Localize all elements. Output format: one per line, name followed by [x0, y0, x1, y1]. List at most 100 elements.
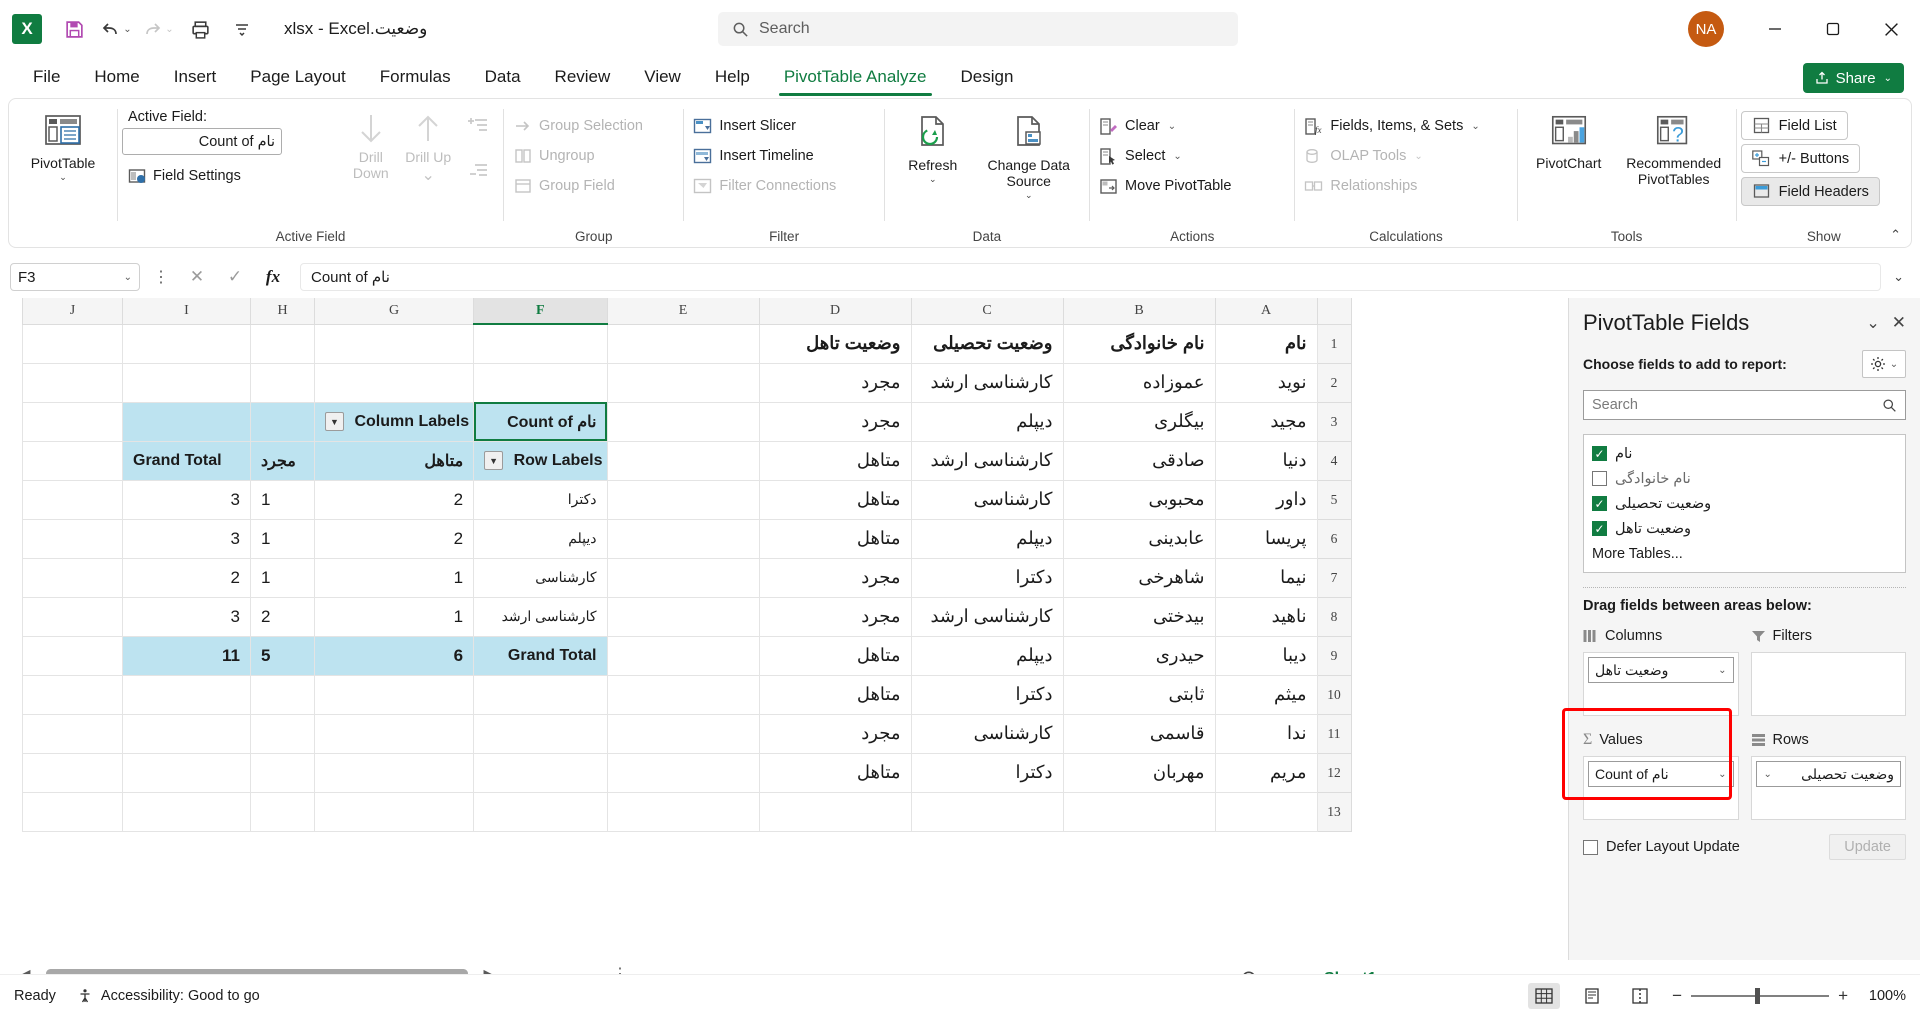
cell-G9[interactable]: 6: [313, 635, 475, 676]
cell-F5[interactable]: دکترا: [473, 479, 608, 520]
defer-layout-checkbox[interactable]: [1583, 839, 1598, 855]
row-header-2[interactable]: 2: [1316, 362, 1352, 403]
cell-C5[interactable]: کارشناسی: [910, 479, 1064, 520]
pivotchart-button[interactable]: PivotChart: [1522, 105, 1616, 171]
tab-home[interactable]: Home: [79, 63, 154, 91]
cell-I8[interactable]: 3: [122, 596, 251, 637]
search-box[interactable]: Search: [718, 12, 1238, 46]
cell-I1[interactable]: [122, 323, 251, 364]
cell-H6[interactable]: 1: [250, 518, 315, 559]
row-header-10[interactable]: 10: [1316, 674, 1352, 715]
cell-H10[interactable]: [250, 674, 315, 715]
cell-A10[interactable]: میثم: [1214, 674, 1318, 715]
column-header-G[interactable]: G: [313, 298, 475, 325]
row-labels-filter-button[interactable]: ▼: [484, 451, 504, 470]
cell-H12[interactable]: [250, 752, 315, 793]
chevron-down-icon[interactable]: ⌄: [1718, 665, 1726, 676]
cell-F1[interactable]: [473, 323, 608, 364]
chevron-down-icon[interactable]: ⌄: [1764, 769, 1772, 780]
cell-B4[interactable]: صادقی: [1062, 440, 1216, 481]
cell-C10[interactable]: دکترا: [910, 674, 1064, 715]
cell-A9[interactable]: دیبا: [1214, 635, 1318, 676]
cell-D1[interactable]: وضعیت تاهل: [758, 323, 912, 364]
cell-H11[interactable]: [250, 713, 315, 754]
cell-H3[interactable]: [250, 401, 315, 442]
tab-help[interactable]: Help: [700, 63, 765, 91]
enter-formula-button[interactable]: ✓: [220, 267, 250, 287]
cell-D10[interactable]: متاهل: [758, 674, 912, 715]
cell-E5[interactable]: [606, 479, 760, 520]
cell-D8[interactable]: مجرد: [758, 596, 912, 637]
cell-F2[interactable]: [473, 362, 608, 403]
select-all-corner[interactable]: [1316, 298, 1352, 325]
cell-G1[interactable]: [313, 323, 475, 364]
cell-F8[interactable]: کارشناسی ارشد: [473, 596, 608, 637]
chevron-down-icon[interactable]: ⌄: [1718, 769, 1726, 780]
cell-C3[interactable]: دیپلم: [910, 401, 1064, 442]
row-header-11[interactable]: 11: [1316, 713, 1352, 754]
spreadsheet-grid[interactable]: J I H G F E D C B A وضعیت تاهل وضعیت تحص…: [0, 298, 1568, 960]
zoom-thumb[interactable]: [1755, 987, 1761, 1004]
cell-G5[interactable]: 2: [313, 479, 475, 520]
field-item-nam[interactable]: نام: [1592, 441, 1897, 466]
tab-insert[interactable]: Insert: [159, 63, 232, 91]
cell-A5[interactable]: داور: [1214, 479, 1318, 520]
cell-E10[interactable]: [606, 674, 760, 715]
formula-bar-options-icon[interactable]: ⋮: [148, 267, 174, 287]
cancel-formula-button[interactable]: ✕: [182, 267, 212, 287]
cell-J9[interactable]: [22, 635, 123, 676]
cell-A8[interactable]: ناهید: [1214, 596, 1318, 637]
cell-F10[interactable]: [473, 674, 608, 715]
area-rows-box[interactable]: ⌄ وضعیت تحصیلی: [1750, 756, 1906, 820]
page-layout-icon[interactable]: [1576, 983, 1608, 1009]
cell-B13[interactable]: [1062, 791, 1216, 832]
field-item-family-name[interactable]: نام خانوادگی: [1592, 466, 1897, 491]
checkbox-checked-icon[interactable]: [1592, 446, 1607, 461]
tab-formulas[interactable]: Formulas: [365, 63, 466, 91]
cell-H9[interactable]: 5: [250, 635, 315, 676]
cell-D6[interactable]: متاهل: [758, 518, 912, 559]
cell-H4[interactable]: مجرد: [250, 440, 315, 481]
accessibility-status[interactable]: Accessibility: Good to go: [78, 988, 260, 1004]
chevron-down-icon[interactable]: ⌄: [1025, 190, 1033, 201]
zoom-level[interactable]: 100%: [1864, 988, 1906, 1004]
checkbox-checked-icon[interactable]: [1592, 496, 1607, 511]
cell-F11[interactable]: [473, 713, 608, 754]
column-header-F[interactable]: F: [473, 298, 608, 325]
cell-D5[interactable]: متاهل: [758, 479, 912, 520]
tab-review[interactable]: Review: [540, 63, 626, 91]
insert-timeline-button[interactable]: Insert Timeline: [688, 141, 818, 171]
pane-settings-button[interactable]: ⌄: [1862, 350, 1906, 378]
area-filters-box[interactable]: [1750, 652, 1906, 716]
cell-I4[interactable]: Grand Total: [122, 440, 251, 481]
cell-C13[interactable]: [910, 791, 1064, 832]
cell-I3[interactable]: [122, 401, 251, 442]
cell-G10[interactable]: [313, 674, 475, 715]
cell-H5[interactable]: 1: [250, 479, 315, 520]
cell-F6[interactable]: دیپلم: [473, 518, 608, 559]
cell-I6[interactable]: 3: [122, 518, 251, 559]
pane-close-icon[interactable]: ✕: [1892, 313, 1906, 333]
zoom-in-icon[interactable]: +: [1838, 986, 1848, 1006]
undo-icon[interactable]: ⌄: [96, 10, 136, 48]
collapse-ribbon-icon[interactable]: ⌃: [1890, 227, 1901, 243]
minimize-button[interactable]: [1746, 0, 1804, 58]
cell-I9[interactable]: 11: [122, 635, 251, 676]
cell-H2[interactable]: [250, 362, 315, 403]
column-header-I[interactable]: I: [122, 298, 251, 325]
select-button[interactable]: Select ⌄: [1094, 141, 1187, 171]
name-box[interactable]: F3 ⌄: [10, 263, 140, 291]
cell-D13[interactable]: [758, 791, 912, 832]
chevron-down-icon[interactable]: ⌄: [59, 172, 67, 183]
checkbox-checked-icon[interactable]: [1592, 521, 1607, 536]
cell-H13[interactable]: [250, 791, 315, 832]
more-tables-link[interactable]: More Tables...: [1592, 541, 1897, 566]
cell-B9[interactable]: حیدری: [1062, 635, 1216, 676]
cell-C4[interactable]: کارشناسی ارشد: [910, 440, 1064, 481]
cell-B7[interactable]: شاهرخی: [1062, 557, 1216, 598]
cell-J8[interactable]: [22, 596, 123, 637]
cell-E11[interactable]: [606, 713, 760, 754]
cell-A12[interactable]: مریم: [1214, 752, 1318, 793]
cell-G3[interactable]: ▼ Column Labels: [313, 401, 475, 442]
cell-J2[interactable]: [22, 362, 123, 403]
